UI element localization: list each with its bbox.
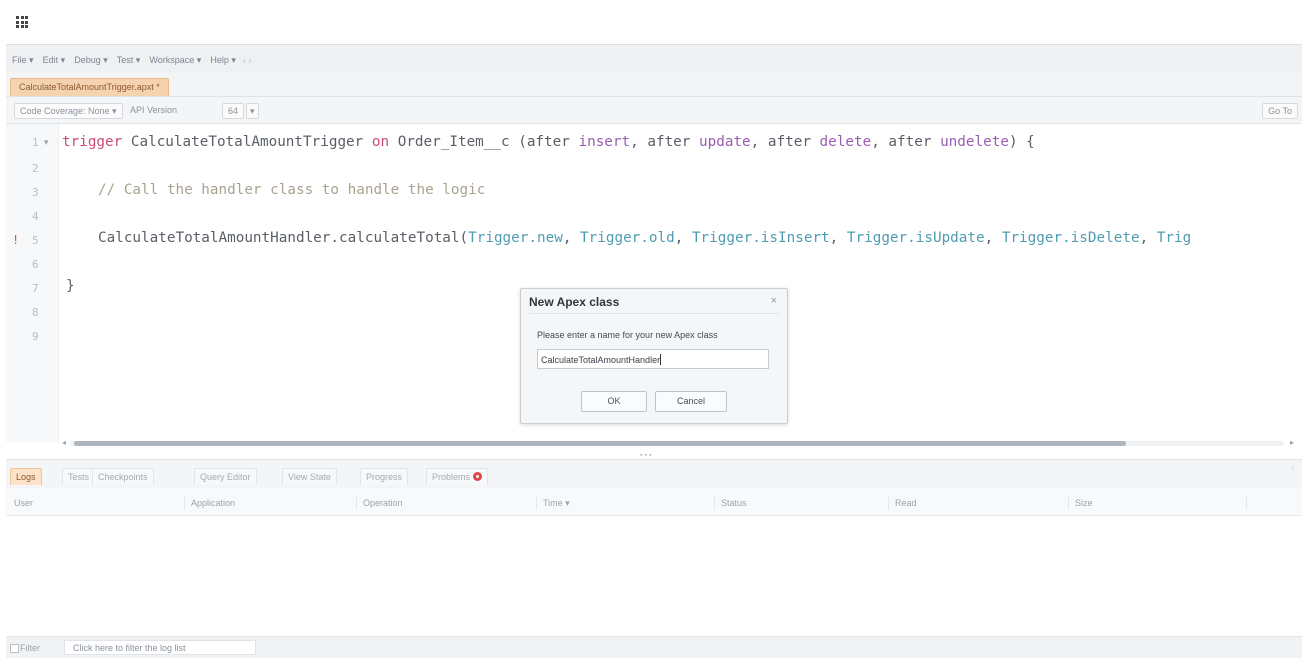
editor-horizontal-scrollbar[interactable]: ◂ ▸ — [60, 438, 1296, 448]
line-number-gutter: 1 ▾ 2 3 4 ! 5 6 7 8 9 — [6, 124, 59, 442]
tab-checkpoints[interactable]: Checkpoints — [92, 468, 154, 485]
error-marker-icon[interactable]: ! — [12, 233, 19, 247]
line-number: 1 — [32, 136, 39, 149]
keyword-on: on — [371, 134, 390, 150]
line-number: 9 — [32, 330, 39, 343]
api-version-select[interactable]: 64 — [222, 103, 245, 119]
code-token-trigger-new: Trigger.new — [468, 230, 563, 246]
fold-arrow-icon[interactable]: ▾ — [44, 137, 49, 148]
line-number: 2 — [32, 162, 39, 175]
menu-help[interactable]: Help ▾ — [210, 55, 236, 66]
app-launcher-grid-icon[interactable] — [16, 16, 28, 28]
code-token: CalculateTotalAmountTrigger — [122, 134, 372, 150]
log-list[interactable] — [6, 516, 1302, 636]
filter-checkbox[interactable] — [10, 644, 19, 653]
line-number: 8 — [32, 306, 39, 319]
code-token-trigger-old: Trigger.old — [580, 230, 675, 246]
file-tab-calculate-total-amount-trigger[interactable]: CalculateTotalAmountTrigger.apxt * — [10, 78, 169, 96]
goto-button[interactable]: Go To — [1262, 103, 1298, 119]
text-caret — [660, 354, 662, 365]
bottom-panel-tabs: Logs Tests Checkpoints Query Editor View… — [6, 459, 1302, 489]
scroll-thumb[interactable] — [74, 441, 1126, 446]
scroll-right-arrow-icon[interactable]: ▸ — [1290, 438, 1294, 447]
line-number: 4 — [32, 210, 39, 223]
tab-query-editor[interactable]: Query Editor — [194, 468, 257, 485]
dialog-prompt: Please enter a name for your new Apex cl… — [537, 330, 718, 340]
cancel-button[interactable]: Cancel — [655, 391, 727, 412]
menu-workspace[interactable]: Workspace ▾ — [149, 55, 201, 66]
column-header-read[interactable]: Read — [888, 496, 917, 510]
code-line-7: } — [66, 278, 75, 294]
code-token: , — [562, 230, 581, 246]
keyword-insert: insert — [578, 134, 631, 150]
tab-logs[interactable]: Logs — [10, 468, 42, 485]
column-header-user[interactable]: User — [8, 496, 33, 510]
code-token: , after — [750, 134, 820, 150]
column-header-size[interactable]: Size — [1068, 496, 1093, 510]
problems-error-icon — [473, 472, 483, 481]
code-token: CalculateTotalAmountHandler.calculateTot… — [98, 230, 469, 246]
code-token-trigger-isdelete: Trigger.isDelete — [1001, 230, 1140, 246]
keyword-delete: delete — [819, 134, 872, 150]
apex-class-name-value: CalculateTotalAmountHandler — [541, 355, 661, 365]
dialog-title: New Apex class — [529, 295, 620, 309]
scroll-left-arrow-icon[interactable]: ◂ — [62, 438, 66, 447]
code-line-5: CalculateTotalAmountHandler.calculateTot… — [98, 230, 1191, 246]
keyword-undelete: undelete — [940, 134, 1009, 150]
menu-test[interactable]: Test ▾ — [117, 55, 141, 66]
tab-tests[interactable]: Tests — [62, 468, 96, 485]
api-version-dropdown-arrow-icon[interactable]: ▾ — [246, 103, 259, 119]
menu-edit[interactable]: Edit ▾ — [43, 55, 66, 66]
column-header-application[interactable]: Application — [184, 496, 235, 510]
code-token: , — [984, 230, 1002, 246]
filter-bar: Filter Click here to filter the log list — [6, 636, 1302, 658]
code-token: , after — [630, 134, 700, 150]
history-nav-icon[interactable]: ‹ › — [243, 55, 252, 65]
top-bar — [0, 0, 1308, 44]
line-number: 7 — [32, 282, 39, 295]
column-header-status[interactable]: Status — [714, 496, 747, 510]
code-line-1: trigger CalculateTotalAmountTrigger on O… — [62, 134, 1035, 150]
column-header-time[interactable]: Time ▾ — [536, 496, 570, 510]
keyword-update: update — [699, 134, 751, 150]
api-version-label: API Version — [130, 105, 178, 115]
panel-splitter-handle-icon[interactable]: ▪▪▪ — [640, 452, 653, 459]
panel-expand-icon[interactable]: ▫ — [1291, 464, 1294, 473]
menu-debug[interactable]: Debug ▾ — [74, 55, 108, 66]
line-number: 6 — [32, 258, 39, 271]
code-token-trigger-isinsert: Trigger.isInsert — [691, 230, 830, 246]
log-table-header: User Application Operation Time ▾ Status… — [6, 488, 1302, 516]
code-token: ) { — [1008, 134, 1035, 150]
tab-view-state[interactable]: View State — [282, 468, 337, 485]
code-token: , — [1139, 230, 1157, 246]
filter-label: Filter — [20, 643, 40, 653]
code-comment-line-3: // Call the handler class to handle the … — [98, 182, 486, 198]
code-token: , — [674, 230, 692, 246]
column-header-operation[interactable]: Operation — [356, 496, 403, 510]
line-number: 3 — [32, 186, 39, 199]
ok-button[interactable]: OK — [581, 391, 647, 412]
code-token: , after — [871, 134, 941, 150]
keyword-trigger: trigger — [62, 134, 123, 150]
new-apex-class-dialog: New Apex class × Please enter a name for… — [520, 288, 788, 424]
code-token-trigger-truncated: Trig — [1156, 230, 1192, 246]
line-number: 5 — [32, 234, 39, 247]
apex-class-name-input[interactable]: CalculateTotalAmountHandler — [537, 349, 769, 369]
code-token-trigger-isupdate: Trigger.isUpdate — [846, 230, 985, 246]
dialog-divider — [529, 313, 779, 314]
menu-bar: File ▾ Edit ▾ Debug ▾ Test ▾ Workspace ▾… — [6, 44, 1302, 73]
menu-file[interactable]: File ▾ — [12, 55, 34, 66]
tab-progress[interactable]: Progress — [360, 468, 409, 485]
file-tab-row: CalculateTotalAmountTrigger.apxt * — [6, 72, 1302, 97]
close-icon[interactable]: × — [771, 295, 777, 307]
code-coverage-dropdown[interactable]: Code Coverage: None ▾ — [14, 103, 123, 119]
code-token: Order_Item__c (after — [389, 134, 579, 150]
log-filter-input[interactable]: Click here to filter the log list — [64, 640, 256, 655]
tab-problems-label: Problems — [432, 472, 471, 482]
column-header-empty — [1246, 496, 1253, 510]
code-token: , — [829, 230, 847, 246]
editor-toolbar: Code Coverage: None ▾ API Version 64 ▾ G… — [6, 97, 1302, 124]
tab-problems[interactable]: Problems — [426, 468, 489, 485]
